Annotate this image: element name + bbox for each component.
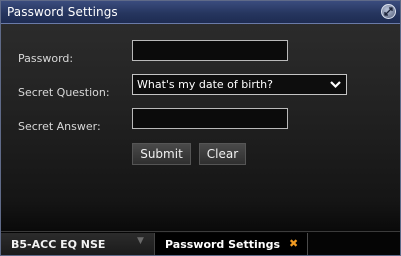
restore-arrows-icon	[384, 7, 393, 16]
close-x-icon[interactable]: ✖	[289, 237, 298, 250]
password-label: Password:	[18, 52, 74, 65]
title-bar[interactable]: Password Settings	[1, 1, 400, 24]
secret-question-select[interactable]: What's my date of birth?	[132, 74, 347, 95]
taskbar-tab-b5-acc[interactable]: B5-ACC EQ NSE ▼	[1, 233, 155, 255]
password-settings-window: Password Settings Password: Secret Quest…	[0, 0, 401, 256]
secret-answer-field[interactable]	[132, 108, 288, 129]
chevron-down-icon	[330, 81, 341, 89]
window-title: Password Settings	[7, 5, 118, 19]
secret-question-label: Secret Question:	[18, 86, 110, 99]
taskbar-tab-label: B5-ACC EQ NSE	[11, 238, 106, 251]
tab-dropdown-icon: ▼	[137, 236, 144, 246]
taskbar-tab-label: Password Settings	[165, 238, 281, 251]
clear-button[interactable]: Clear	[199, 143, 246, 165]
submit-button[interactable]: Submit	[132, 143, 191, 165]
restore-button[interactable]	[381, 4, 396, 19]
secret-answer-label: Secret Answer:	[18, 120, 101, 133]
secret-question-value: What's my date of birth?	[137, 78, 273, 91]
taskbar-tab-password-settings[interactable]: Password Settings ✖	[155, 233, 308, 255]
taskbar: B5-ACC EQ NSE ▼ Password Settings ✖	[1, 231, 400, 255]
password-field[interactable]	[132, 40, 288, 61]
